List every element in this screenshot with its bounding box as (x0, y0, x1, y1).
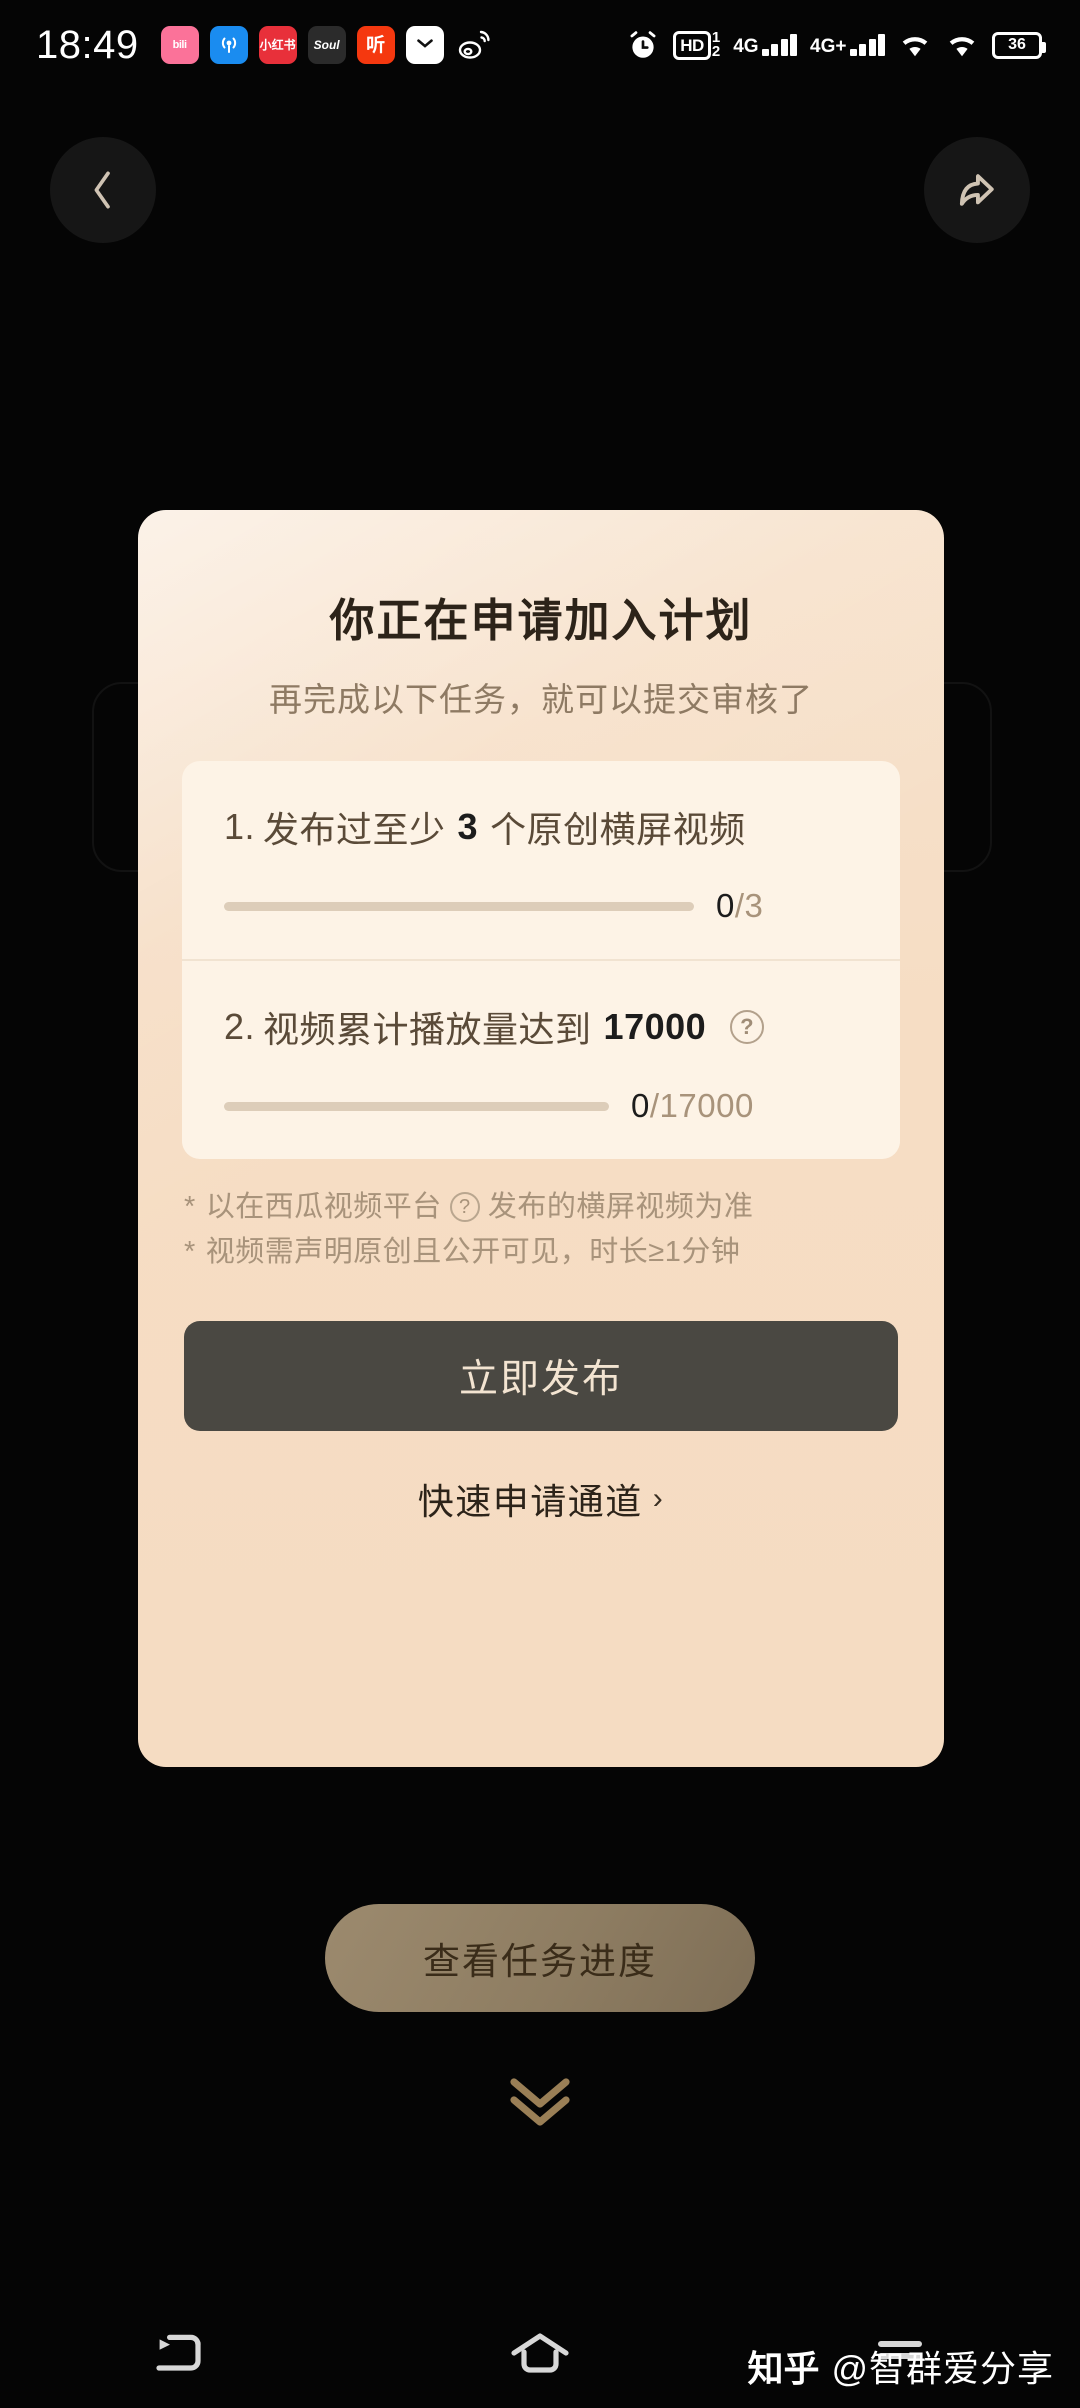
nav-back-button[interactable] (0, 2300, 360, 2408)
note-star: * (184, 1191, 196, 1223)
signal-indicator-1: 4G (733, 34, 798, 57)
signal-indicator-2: 4G+ (810, 34, 885, 56)
hd-sim-2: 2 (711, 43, 721, 60)
alarm-clock-icon (626, 28, 660, 62)
task-text-before: 视频累计播放量达到 (263, 1009, 592, 1050)
note-star: * (184, 1235, 196, 1268)
progress-bar (224, 901, 694, 911)
mail-icon (405, 26, 444, 64)
back-arrow-icon (156, 2334, 201, 2371)
task-progress: 0/17000 (224, 1087, 858, 1125)
wifi-icon (898, 31, 932, 59)
watermark-brand: 知乎 (747, 2348, 820, 2389)
wifi-icon-secondary (945, 31, 979, 59)
task-row: 2. 视频累计播放量达到 17000 ? 0/17000 (182, 959, 900, 1159)
chevron-right-icon: › (652, 1481, 665, 1515)
nav-home-button[interactable] (360, 2300, 720, 2408)
share-button[interactable] (924, 137, 1030, 243)
dialog-title: 你正在申请加入计划 (329, 595, 753, 646)
progress-separator: / (649, 1087, 660, 1124)
dialog-subtitle: 再完成以下任务，就可以提交审核了 (269, 681, 813, 718)
join-plan-dialog: 你正在申请加入计划 再完成以下任务，就可以提交审核了 1. 发布过至少 3 个原… (138, 510, 944, 1767)
network-type-2: 4G+ (810, 36, 847, 57)
status-bar-app-icons: bili 小红书 Soul 听 (160, 26, 493, 64)
watermark-handle: @智群爱分享 (831, 2348, 1054, 2389)
task-target-value: 3 (457, 806, 479, 847)
task-title: 2. 视频累计播放量达到 17000 ? (224, 1001, 858, 1053)
task-text-before: 发布过至少 (263, 809, 446, 850)
view-task-progress-button[interactable]: 查看任务进度 (325, 1904, 755, 2012)
task-title: 1. 发布过至少 3 个原创横屏视频 (224, 801, 858, 853)
hd-voice-icon: HD 1 2 (673, 30, 721, 60)
publish-now-button[interactable]: 立即发布 (184, 1320, 898, 1431)
hd-sim-indices: 1 2 (711, 30, 721, 60)
back-chevron-icon (94, 171, 110, 209)
progress-separator: / (734, 887, 745, 924)
home-icon (511, 2333, 569, 2373)
bilibili-icon: bili (160, 26, 199, 64)
note-line: * 视频需声明原创且公开可见，时长≥1分钟 (184, 1230, 898, 1275)
progress-count: 0/17000 (631, 1087, 754, 1125)
task-index: 2. (224, 1006, 256, 1047)
signal-bars-1 (761, 34, 798, 56)
double-chevron-down-icon (510, 2078, 570, 2126)
ting-icon: 听 (356, 26, 395, 64)
status-bar-indicators: HD 1 2 4G 4G+ 36 (626, 28, 1054, 62)
progress-total: 17000 (659, 1087, 754, 1124)
task-list: 1. 发布过至少 3 个原创横屏视频 0/3 2. 视频累计播放量达到 1700… (182, 761, 900, 1159)
help-icon[interactable]: ? (730, 1010, 765, 1044)
note-text-part1: 视频需声明原创且公开可见，时长≥1分钟 (205, 1235, 741, 1268)
progress-count: 0/3 (716, 887, 763, 925)
status-bar: 18:49 bili 小红书 Soul 听 HD 1 2 4G 4G+ 36 (0, 0, 1080, 90)
progress-current: 0 (631, 1087, 650, 1124)
scroll-hint[interactable] (0, 2068, 1080, 2130)
progress-total: 3 (744, 887, 764, 924)
task-target-value: 17000 (603, 1006, 707, 1047)
progress-current: 0 (716, 887, 735, 924)
note-text-part1: 以在西瓜视频平台 (205, 1191, 442, 1223)
status-bar-clock: 18:49 (36, 22, 139, 67)
note-text-part2: 发布的横屏视频为准 (487, 1191, 754, 1223)
soul-icon: Soul (307, 26, 346, 64)
note-line: * 以在西瓜视频平台 ? 发布的横屏视频为准 (184, 1185, 898, 1230)
hd-badge: HD (673, 30, 711, 60)
task-progress: 0/3 (224, 887, 858, 925)
xiaohongshu-icon: 小红书 (258, 26, 297, 64)
task-index: 1. (224, 806, 256, 847)
phone-screen: 18:49 bili 小红书 Soul 听 HD 1 2 4G 4G+ 36 你… (0, 0, 1080, 2408)
watermark: 知乎 @智群爱分享 (747, 2340, 1054, 2392)
battery-indicator: 36 (992, 31, 1046, 59)
task-text-after: 个原创横屏视频 (490, 809, 746, 850)
dialog-notes: * 以在西瓜视频平台 ? 发布的横屏视频为准 * 视频需声明原创且公开可见，时长… (184, 1185, 898, 1275)
task-row: 1. 发布过至少 3 个原创横屏视频 0/3 (182, 761, 900, 959)
podcast-icon (209, 26, 248, 64)
help-icon[interactable]: ? (449, 1192, 480, 1223)
back-button[interactable] (50, 137, 156, 243)
quick-apply-label: 快速申请通道 (417, 1480, 643, 1522)
signal-bars-2 (849, 34, 885, 56)
network-type-1: 4G (733, 36, 759, 57)
share-arrow-icon (959, 174, 994, 206)
quick-apply-link[interactable]: 快速申请通道 › (138, 1473, 944, 1525)
progress-bar (224, 1101, 609, 1111)
weibo-icon (455, 26, 493, 64)
